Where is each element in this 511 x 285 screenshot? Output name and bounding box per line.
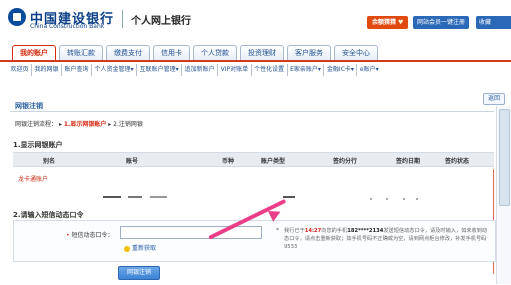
- tab-transfer[interactable]: 转账汇款: [59, 45, 103, 60]
- otp-label: • 短信动态口令：: [66, 230, 114, 239]
- otp-label-text: 短信动态口令：: [71, 232, 114, 239]
- col-sign-date: 签约日期: [396, 158, 421, 165]
- notice-mid: 向您的手机: [321, 228, 348, 234]
- masked-cell: [403, 198, 405, 200]
- masked-cell: [150, 196, 167, 198]
- cancel-online-banking-button[interactable]: 网银注销: [118, 266, 160, 280]
- tab-underline: [0, 60, 511, 62]
- ccb-logo-icon: [8, 8, 26, 26]
- favorite-button[interactable]: 收藏: [476, 16, 511, 29]
- back-button[interactable]: 返回: [483, 93, 505, 105]
- tab-my-account[interactable]: 我的账户: [12, 45, 56, 60]
- notice-prefix: 我行已于: [284, 228, 305, 234]
- section-account-title: 1.显示网银账户: [13, 141, 63, 149]
- refresh-icon: [124, 245, 130, 252]
- steps-prefix: 网银注销流程：: [15, 121, 58, 128]
- masked-cell: [386, 198, 388, 200]
- col-account: 账号: [126, 158, 139, 165]
- title-divider: [10, 111, 494, 112]
- subnav-item[interactable]: 追加新账户: [182, 64, 219, 76]
- subnav-item[interactable]: VIP对账单: [218, 64, 252, 76]
- otp-form: • 短信动态口令： 重新获取 * 我行已于14:27向您的手机182****213…: [13, 220, 496, 262]
- tab-security-center[interactable]: 安全中心: [334, 45, 378, 60]
- otp-notice: 我行已于14:27向您的手机182****2134发送短信动态口令，请及时输入，…: [284, 227, 492, 251]
- otp-input[interactable]: [120, 226, 262, 239]
- masked-cell: [370, 198, 372, 200]
- col-currency: 币种: [222, 158, 235, 165]
- system-title: 个人网上银行: [131, 16, 191, 27]
- sub-navigation: 欢迎页 我的网银 账户查询 个人资金管理▾ 互联账户管理▾ 追加新账户 VIP对…: [8, 64, 508, 76]
- subnav-item[interactable]: 个人资金管理▾: [92, 64, 138, 76]
- col-alias: 别名: [43, 158, 56, 165]
- subnav-item[interactable]: e账户▾: [357, 64, 381, 76]
- tab-customer-service[interactable]: 客户服务: [287, 45, 331, 60]
- heart-icon: ♥: [398, 19, 404, 26]
- subnav-item[interactable]: E家亲账户▾: [288, 64, 325, 76]
- col-branch: 签约分行: [333, 158, 358, 165]
- masked-cell: [283, 196, 295, 198]
- step-2: 2.注销网银: [113, 121, 143, 128]
- top-header: 中国建设银行 China Construction Bank 个人网上银行 余额…: [0, 0, 511, 42]
- notice-star-icon: *: [276, 227, 279, 234]
- required-icon: •: [66, 232, 70, 239]
- section-otp-title: 2.请输入短信动态口令: [13, 211, 84, 219]
- refresh-otp-link[interactable]: 重新获取: [124, 243, 156, 252]
- promo-label: 余额猜猜: [372, 19, 397, 26]
- notice-time: 14:27: [304, 228, 322, 234]
- subnav-item[interactable]: 个性化设置: [252, 64, 288, 76]
- scrollbar[interactable]: [496, 106, 511, 284]
- quick-register-button[interactable]: 网站会员一键注册: [413, 16, 470, 29]
- masked-cell: [416, 198, 418, 200]
- tab-payments[interactable]: 缴费支付: [106, 45, 150, 60]
- main-tabs: 我的账户 转账汇款 缴费支付 信用卡 个人贷款 投资理财 客户服务 安全中心: [12, 45, 381, 60]
- subnav-item[interactable]: 我的网银: [32, 64, 63, 76]
- header-divider: [122, 10, 123, 28]
- tab-credit-card[interactable]: 信用卡: [153, 45, 190, 60]
- bank-name-en: China Construction Bank: [30, 23, 105, 30]
- refresh-label: 重新获取: [132, 245, 157, 252]
- tab-personal-loan[interactable]: 个人贷款: [193, 45, 237, 60]
- subnav-item[interactable]: 金融IC卡▾: [324, 64, 358, 76]
- notice-phone: 182****2134: [347, 228, 384, 234]
- process-steps: 网银注销流程： ▸ 1.显示网银账户 ▸ 2.注销网银: [15, 119, 143, 128]
- tab-investment[interactable]: 投资理财: [240, 45, 284, 60]
- subnav-item[interactable]: 欢迎页: [8, 64, 33, 76]
- scrollbar-thumb[interactable]: [499, 109, 510, 206]
- subnav-item[interactable]: 账户查询: [62, 64, 93, 76]
- step-1: 1.显示网银账户: [63, 121, 107, 128]
- col-account-type: 账户类型: [261, 158, 286, 165]
- table-row: [13, 191, 494, 203]
- promo-button[interactable]: 余额猜猜 ♥: [367, 16, 409, 29]
- subnav-item[interactable]: 互联账户管理▾: [137, 64, 183, 76]
- masked-cell: [128, 196, 142, 198]
- page-title: 网银注销: [15, 102, 43, 110]
- col-sign-status: 签约状态: [445, 158, 470, 165]
- masked-cell: [103, 196, 121, 198]
- account-table-header: 别名 账号 币种 账户类型 签约分行 签约日期 签约状态: [13, 152, 494, 167]
- account-group-row: 龙卡通账户: [18, 176, 49, 183]
